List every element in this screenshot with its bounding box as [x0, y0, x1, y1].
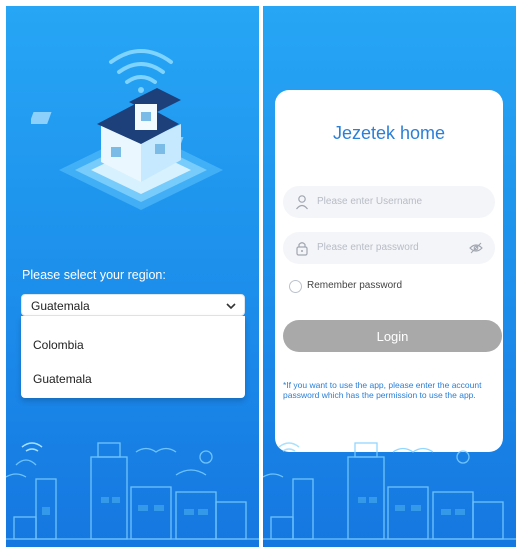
login-screen: Jezetek home Please enter Username Pleas… [263, 6, 516, 547]
permission-note: *If you want to use the app, please ente… [283, 380, 482, 400]
remember-password-option[interactable]: Remember password [289, 279, 409, 295]
region-label: Please select your region: [22, 268, 166, 282]
user-icon [296, 195, 308, 210]
region-option-colombia[interactable]: Colombia [33, 338, 84, 352]
wifi-icon [278, 442, 300, 452]
username-field[interactable]: Please enter Username [283, 186, 495, 218]
remember-password-checkbox[interactable] [289, 280, 302, 293]
city-skyline-decoration [6, 442, 259, 540]
region-option-guatemala[interactable]: Guatemala [33, 372, 92, 386]
password-placeholder: Please enter password [317, 242, 419, 253]
wifi-icon [21, 442, 43, 452]
username-placeholder: Please enter Username [317, 196, 423, 207]
wifi-icon [109, 49, 173, 93]
remember-password-label: Remember password [307, 280, 403, 291]
region-select-value: Guatemala [31, 299, 90, 313]
app-title: Jezetek home [332, 123, 446, 143]
lock-icon [296, 242, 308, 256]
eye-hidden-icon[interactable] [469, 242, 483, 254]
region-screen: Please select your region: Guatemala Col… [6, 6, 259, 547]
house-illustration [31, 49, 223, 210]
password-field[interactable]: Please enter password [283, 232, 495, 264]
login-card: Jezetek home Please enter Username Pleas… [275, 90, 503, 452]
city-skyline-decoration [263, 442, 516, 540]
login-button[interactable]: Login [283, 320, 502, 352]
region-dropdown: Colombia Guatemala [21, 316, 245, 398]
region-select[interactable]: Guatemala [21, 294, 245, 316]
chevron-down-icon [226, 303, 236, 310]
